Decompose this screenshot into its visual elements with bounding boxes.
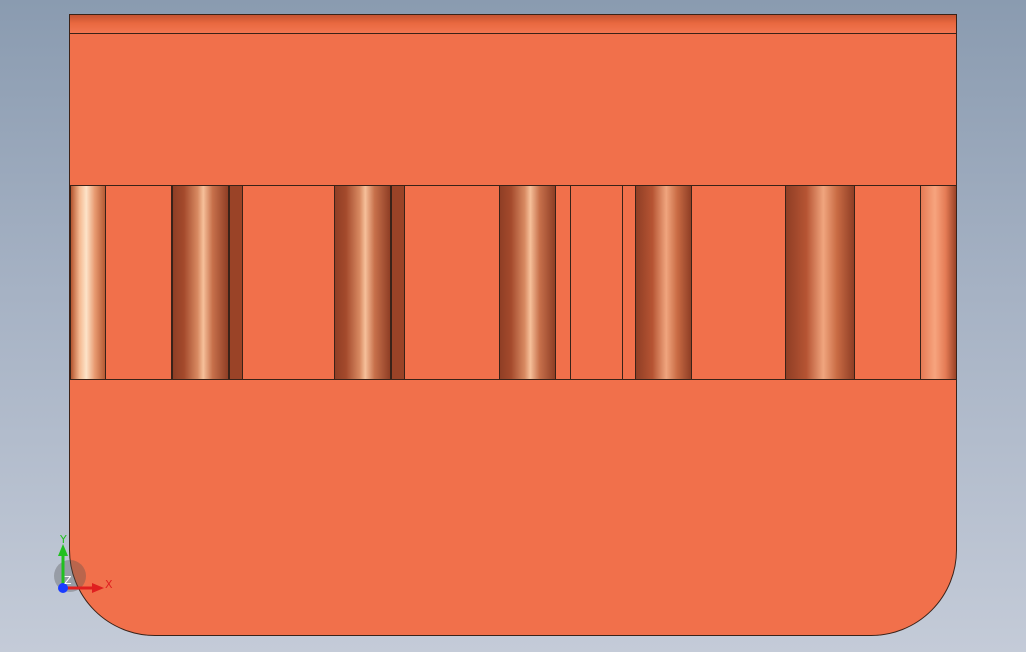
y-axis-label: Y	[59, 533, 67, 546]
slot-2[interactable]	[334, 186, 391, 379]
face-edge	[570, 186, 571, 379]
z-axis-label: Z	[64, 574, 72, 587]
slot-1-wall[interactable]	[229, 186, 243, 379]
x-axis-label: X	[105, 578, 113, 591]
slot-edge-right[interactable]	[920, 186, 956, 379]
slot-3[interactable]	[499, 186, 556, 379]
graphics-viewport[interactable]: Y X Z	[0, 0, 1026, 652]
model-part[interactable]	[69, 14, 957, 636]
slot-5[interactable]	[785, 186, 855, 379]
face-edge	[622, 186, 623, 379]
top-edge-face[interactable]	[70, 15, 956, 34]
slot-2-wall[interactable]	[391, 186, 405, 379]
slot-1[interactable]	[172, 186, 229, 379]
x-axis-head	[92, 583, 104, 593]
slot-4[interactable]	[635, 186, 692, 379]
coordinate-triad: Y X Z	[54, 533, 113, 593]
slot-edge-left[interactable]	[70, 186, 106, 379]
slot-band[interactable]	[70, 185, 956, 380]
